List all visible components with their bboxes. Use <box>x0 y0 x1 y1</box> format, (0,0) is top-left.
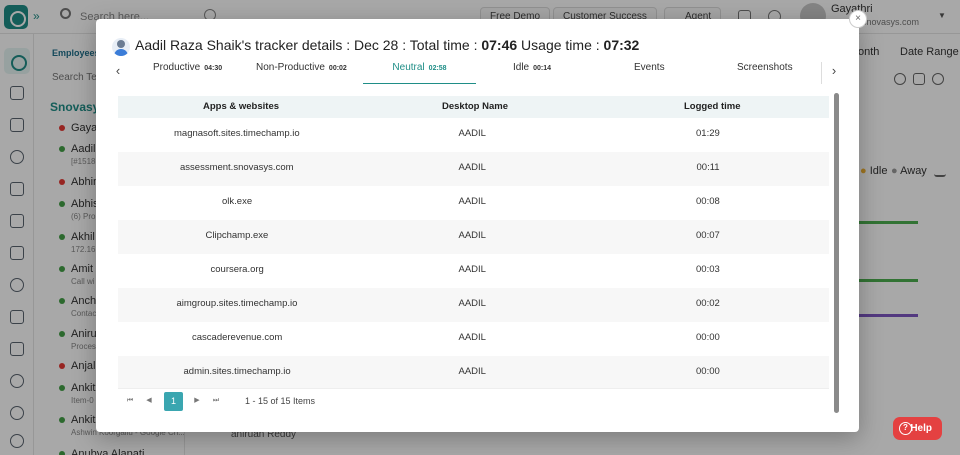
tracker-tabs: ‹ Productive 04:30 Non-Productive 00:02 Ne… <box>110 62 845 84</box>
pagination-info: 1 - 15 of 15 Items <box>245 396 316 406</box>
pagination: ⏮ ◀ 1 ▶ ⏭ 1 - 15 of 15 Items <box>118 388 829 412</box>
logged-time-cell: 00:02 <box>696 298 720 309</box>
total-time-value: 07:46 <box>481 37 518 53</box>
apps-table: Apps & websites Desktop Name Logged time… <box>118 96 829 412</box>
prev-page-button[interactable]: ◀ <box>143 395 155 407</box>
tab-neutral[interactable]: Neutral 02:58 <box>363 62 476 84</box>
logged-time-cell: 00:00 <box>696 366 720 377</box>
app-name-cell: aimgroup.sites.timechamp.io <box>176 298 298 309</box>
table-header: Apps & websites Desktop Name Logged time <box>118 96 829 118</box>
app-name-cell: cascaderevenue.com <box>192 332 283 343</box>
table-row[interactable]: coursera.org AADIL 00:03 <box>118 254 829 288</box>
app-name-cell: coursera.org <box>210 264 264 275</box>
col-desktop-name[interactable]: Desktop Name <box>442 101 508 112</box>
tab-events[interactable]: Events <box>634 62 665 84</box>
tab-screenshots[interactable]: Screenshots <box>737 62 793 84</box>
table-row[interactable]: cascaderevenue.com AADIL 00:00 <box>118 322 829 356</box>
desktop-name-cell: AADIL <box>458 298 486 309</box>
desktop-name-cell: AADIL <box>458 128 486 139</box>
last-page-button[interactable]: ⏭ <box>210 395 222 407</box>
desktop-name-cell: AADIL <box>458 366 486 377</box>
help-button[interactable]: Help <box>893 417 942 440</box>
table-row[interactable]: Clipchamp.exe AADIL 00:07 <box>118 220 829 254</box>
table-row[interactable]: magnasoft.sites.timechamp.io AADIL 01:29 <box>118 118 829 152</box>
table-scrollbar[interactable] <box>834 93 839 413</box>
desktop-name-cell: AADIL <box>458 230 486 241</box>
col-logged-time[interactable]: Logged time <box>684 101 740 112</box>
app-name-cell: Clipchamp.exe <box>205 230 269 241</box>
tab-productive[interactable]: Productive 04:30 <box>153 62 222 84</box>
desktop-name-cell: AADIL <box>458 162 486 173</box>
table-row[interactable]: olk.exe AADIL 00:08 <box>118 186 829 220</box>
tab-non-productive[interactable]: Non-Productive 00:02 <box>256 62 347 84</box>
table-row[interactable]: admin.sites.timechamp.io AADIL 00:00 <box>118 356 829 388</box>
table-row[interactable]: aimgroup.sites.timechamp.io AADIL 00:02 <box>118 288 829 322</box>
col-apps-websites[interactable]: Apps & websites <box>203 101 279 112</box>
usage-time-value: 07:32 <box>603 37 640 53</box>
tabs-next-arrow[interactable]: › <box>826 62 842 82</box>
modal-title: Aadil Raza Shaik's tracker details : Dec… <box>135 37 640 53</box>
tabs-prev-arrow[interactable]: ‹ <box>110 62 126 82</box>
tabs-divider <box>821 62 822 84</box>
logged-time-cell: 00:08 <box>696 196 720 207</box>
app-name-cell: assessment.snovasys.com <box>180 162 294 173</box>
scrollbar-thumb[interactable] <box>834 93 839 413</box>
app-name-cell: admin.sites.timechamp.io <box>183 366 291 377</box>
desktop-name-cell: AADIL <box>458 264 486 275</box>
tab-idle[interactable]: Idle 00:14 <box>513 62 551 84</box>
first-page-button[interactable]: ⏮ <box>124 395 136 407</box>
current-page-button[interactable]: 1 <box>164 392 183 411</box>
logged-time-cell: 01:29 <box>696 128 720 139</box>
tracker-details-modal: Aadil Raza Shaik's tracker details : Dec… <box>96 19 859 432</box>
table-body: magnasoft.sites.timechamp.io AADIL 01:29 as… <box>118 118 829 388</box>
app-name-cell: olk.exe <box>222 196 253 207</box>
table-row[interactable]: assessment.snovasys.com AADIL 00:11 <box>118 152 829 186</box>
employee-avatar <box>112 38 130 56</box>
desktop-name-cell: AADIL <box>458 332 486 343</box>
logged-time-cell: 00:03 <box>696 264 720 275</box>
desktop-name-cell: AADIL <box>458 196 486 207</box>
logged-time-cell: 00:11 <box>696 162 720 173</box>
logged-time-cell: 00:00 <box>696 332 720 343</box>
close-icon[interactable]: × <box>849 10 867 28</box>
logged-time-cell: 00:07 <box>696 230 720 241</box>
next-page-button[interactable]: ▶ <box>191 395 203 407</box>
app-name-cell: magnasoft.sites.timechamp.io <box>174 128 300 139</box>
